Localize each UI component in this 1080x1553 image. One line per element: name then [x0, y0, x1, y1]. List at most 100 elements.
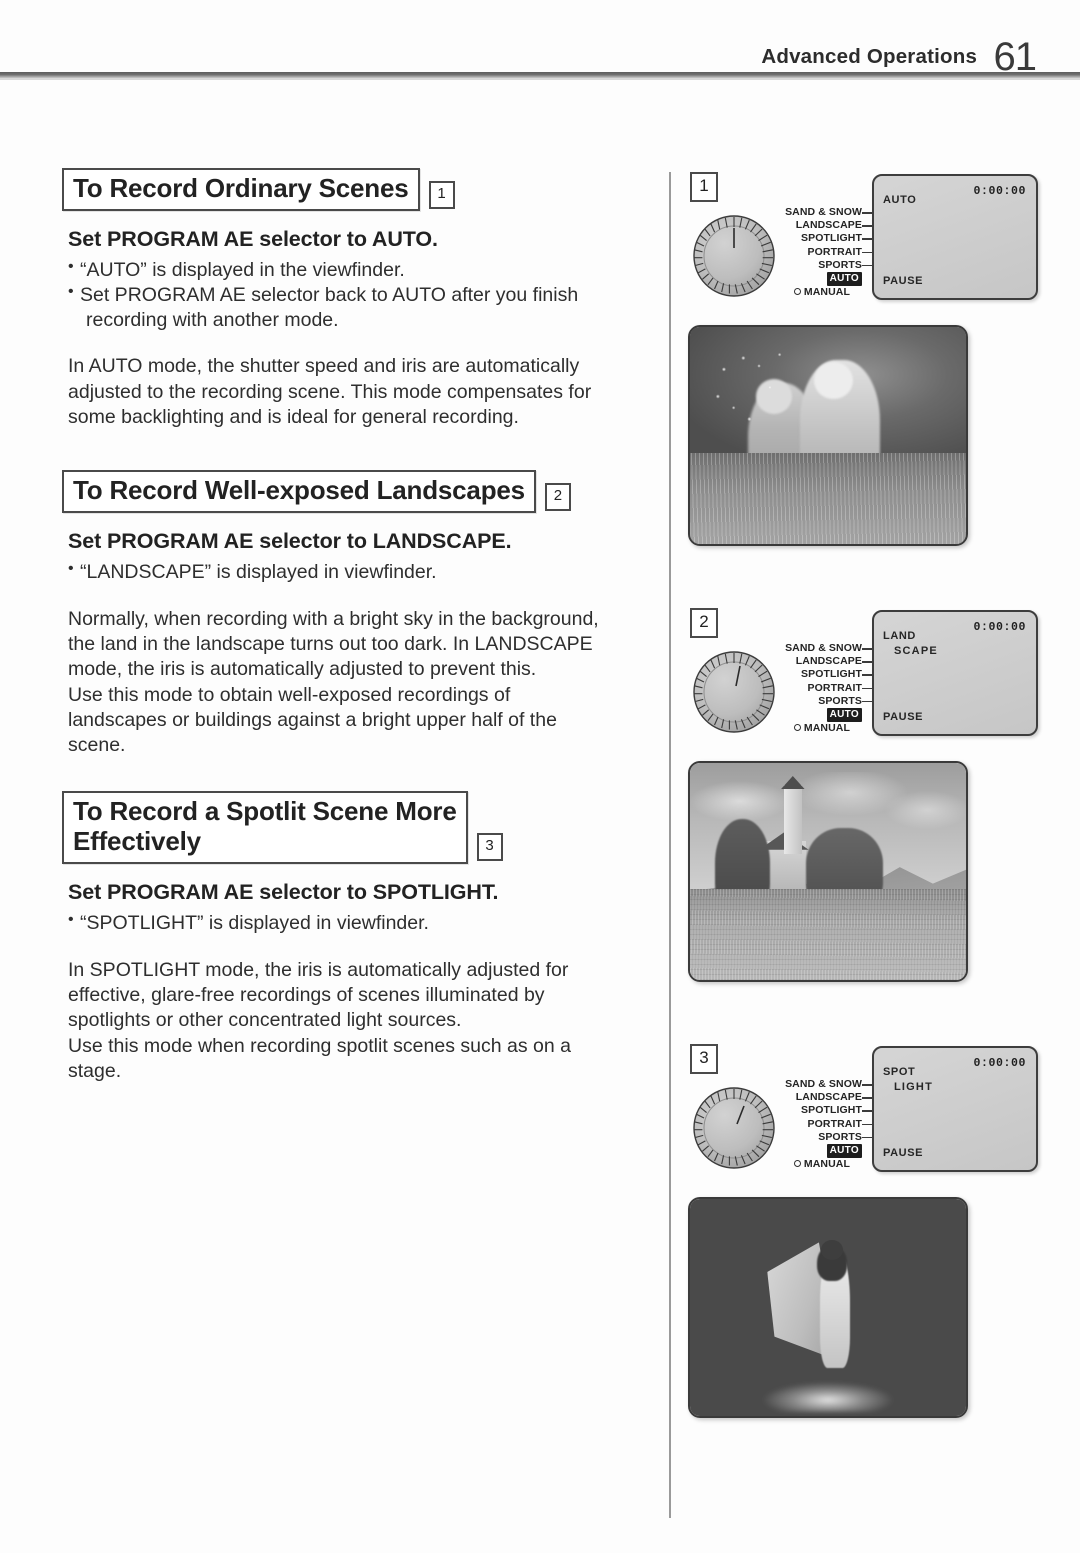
dial-mode-spotlight[interactable]: SPOTLIGHT [748, 668, 882, 681]
section-ordinary-scenes: To Record Ordinary Scenes 1 Set PROGRAM … [62, 168, 642, 430]
dial-mode-auto[interactable]: AUTO [748, 708, 882, 723]
figure-gap [686, 749, 1036, 761]
dial-mode-sand-snow[interactable]: SAND & SNOW [748, 1078, 882, 1091]
dial-mode-sand-snow[interactable]: SAND & SNOW [748, 206, 882, 219]
dial-mode-label: PORTRAIT [807, 681, 862, 694]
section-heading-box-3: To Record a Spotlit Scene More Effective… [62, 790, 468, 865]
dial-mode-label: SPORTS [818, 1130, 862, 1143]
bullet-list-1: “AUTO” is displayed in the viewfinder. S… [68, 257, 642, 333]
section-spotlit-scene: To Record a Spotlit Scene More Effective… [62, 790, 642, 1085]
viewfinder-mode: AUTO [883, 193, 916, 208]
manual-page: Advanced Operations 61 To Record Ordinar… [0, 0, 1080, 1553]
dial-mode-label: SAND & SNOW [785, 1078, 862, 1090]
bullet-item: Set PROGRAM AE selector back to AUTO aft… [68, 282, 642, 332]
photo-content [690, 763, 966, 980]
section-heading-box-1: To Record Ordinary Scenes [62, 168, 420, 211]
viewfinder-mode-line1: LAND [883, 630, 916, 642]
text-column: To Record Ordinary Scenes 1 Set PROGRAM … [62, 168, 642, 1084]
section-subheading-3: Set PROGRAM AE selector to SPOTLIGHT. [68, 880, 499, 905]
photo-grass [690, 452, 966, 544]
header-rule-shadow [0, 78, 1080, 80]
photo-content [690, 1199, 966, 1416]
viewfinder-mode-line1: SPOT [883, 1066, 916, 1078]
figure-step-number-1: 1 [690, 172, 718, 202]
bullet-item: “LANDSCAPE” is displayed in viewfinder. [68, 559, 642, 585]
dial-mode-spotlight[interactable]: SPOTLIGHT [748, 232, 882, 245]
photo-dancer-head [821, 1240, 844, 1260]
photo-church-tower [783, 784, 802, 855]
figure-block-gap [686, 546, 1036, 604]
section-step-number-2: 2 [544, 483, 571, 512]
section-step-number-3: 3 [476, 833, 503, 862]
dial-mode-label: AUTO [826, 272, 862, 287]
photo-content [690, 327, 966, 544]
figure-diagram-1: 1 SAND & SNOW LANDSCAPE SPOTLIGHT PORTRA… [686, 168, 1038, 313]
column-divider [669, 172, 671, 1518]
dial-mode-sand-snow[interactable]: SAND & SNOW [748, 642, 882, 655]
bullet-text: “SPOTLIGHT” is displayed in viewfinder. [80, 912, 429, 935]
section-heading-text-3: To Record a Spotlit Scene More Effective… [73, 795, 457, 857]
figure-block-3: 3 SAND & SNOW LANDSCAPE SPOTLIGHT PORTRA… [686, 1040, 1038, 1418]
dial-mode-portrait[interactable]: PORTRAIT [748, 246, 882, 259]
sample-photo-landscape [688, 761, 968, 982]
figure-column: 1 SAND & SNOW LANDSCAPE SPOTLIGHT PORTRA… [686, 168, 1038, 1418]
dial-mode-auto[interactable]: AUTO [748, 272, 882, 287]
figure-block-2: 2 SAND & SNOW LANDSCAPE SPOTLIGHT PORTRA… [686, 604, 1038, 982]
viewfinder-mode-line2: LIGHT [894, 1081, 933, 1093]
dial-mode-manual[interactable]: MANUAL [748, 722, 882, 735]
viewfinder-display-3: 0:00:00 SPOT LIGHT PAUSE [872, 1046, 1038, 1172]
dial-mode-manual[interactable]: MANUAL [748, 1158, 882, 1171]
dial-mode-label: LANDSCAPE [795, 219, 862, 232]
figure-gap [686, 1185, 1036, 1197]
dial-mode-label: PORTRAIT [807, 1117, 862, 1130]
dial-mode-portrait[interactable]: PORTRAIT [748, 682, 882, 695]
dial-mode-label: SAND & SNOW [785, 642, 862, 654]
dial-mode-sports[interactable]: SPORTS [748, 1131, 882, 1144]
dial-mode-label: SPOTLIGHT [801, 668, 862, 681]
dial-mode-sports[interactable]: SPORTS [748, 259, 882, 272]
section-heading-3: To Record a Spotlit Scene More Effective… [62, 790, 642, 865]
dial-mode-auto[interactable]: AUTO [748, 1144, 882, 1159]
program-ae-selector-dial-3: SAND & SNOW LANDSCAPE SPOTLIGHT PORTRAIT… [692, 1078, 882, 1184]
section-subheading-2: Set PROGRAM AE selector to LANDSCAPE. [68, 529, 512, 554]
page-header-title: Advanced Operations [761, 45, 978, 68]
section-step-number-1: 1 [428, 180, 455, 209]
dial-mode-portrait[interactable]: PORTRAIT [748, 1118, 882, 1131]
dial-mode-labels-1: SAND & SNOW LANDSCAPE SPOTLIGHT PORTRAIT… [748, 206, 882, 299]
photo-spotlight-pool [739, 1363, 917, 1412]
bullet-list-3: “SPOTLIGHT” is displayed in viewfinder. [68, 910, 642, 936]
figure-step-number-3: 3 [690, 1044, 718, 1074]
viewfinder-display-1: 0:00:00 AUTO PAUSE [872, 174, 1038, 300]
dial-mode-sports[interactable]: SPORTS [748, 695, 882, 708]
section-paragraph-2: Normally, when recording with a bright s… [68, 607, 599, 757]
bullet-item: “AUTO” is displayed in the viewfinder. [68, 257, 642, 283]
sample-photo-spotlight [688, 1197, 968, 1418]
viewfinder-status: PAUSE [883, 711, 924, 723]
viewfinder-timecode: 0:00:00 [973, 621, 1026, 634]
dial-mode-label: LANDSCAPE [795, 655, 862, 668]
bullet-text: Set PROGRAM AE selector back to AUTO aft… [80, 284, 579, 307]
section-heading-2: To Record Well-exposed Landscapes 2 [62, 470, 642, 514]
dial-mode-landscape[interactable]: LANDSCAPE [748, 219, 882, 232]
section-heading-text-1: To Record Ordinary Scenes [73, 173, 409, 203]
viewfinder-display-2: 0:00:00 LAND SCAPE PAUSE [872, 610, 1038, 736]
figure-diagram-2: 2 SAND & SNOW LANDSCAPE SPOTLIGHT PORTRA… [686, 604, 1038, 749]
figure-diagram-3: 3 SAND & SNOW LANDSCAPE SPOTLIGHT PORTRA… [686, 1040, 1038, 1185]
manual-marker-icon [793, 287, 801, 295]
figure-block-1: 1 SAND & SNOW LANDSCAPE SPOTLIGHT PORTRA… [686, 168, 1038, 546]
dial-mode-label: AUTO [826, 1144, 862, 1159]
dial-mode-label: SPOTLIGHT [801, 232, 862, 245]
section-well-exposed-landscapes: To Record Well-exposed Landscapes 2 Set … [62, 470, 642, 758]
dial-mode-spotlight[interactable]: SPOTLIGHT [748, 1104, 882, 1117]
photo-meadow [690, 888, 966, 980]
dial-mode-landscape[interactable]: LANDSCAPE [748, 1091, 882, 1104]
figure-block-gap [686, 982, 1036, 1040]
dial-mode-manual[interactable]: MANUAL [748, 286, 882, 299]
dial-mode-label: MANUAL [803, 1158, 850, 1171]
section-paragraph-1: In AUTO mode, the shutter speed and iris… [68, 355, 592, 429]
section-heading-box-2: To Record Well-exposed Landscapes [62, 470, 536, 514]
photo-bubbles [706, 348, 828, 462]
dial-mode-landscape[interactable]: LANDSCAPE [748, 655, 882, 668]
page-header: Advanced Operations 61 [0, 28, 1080, 79]
